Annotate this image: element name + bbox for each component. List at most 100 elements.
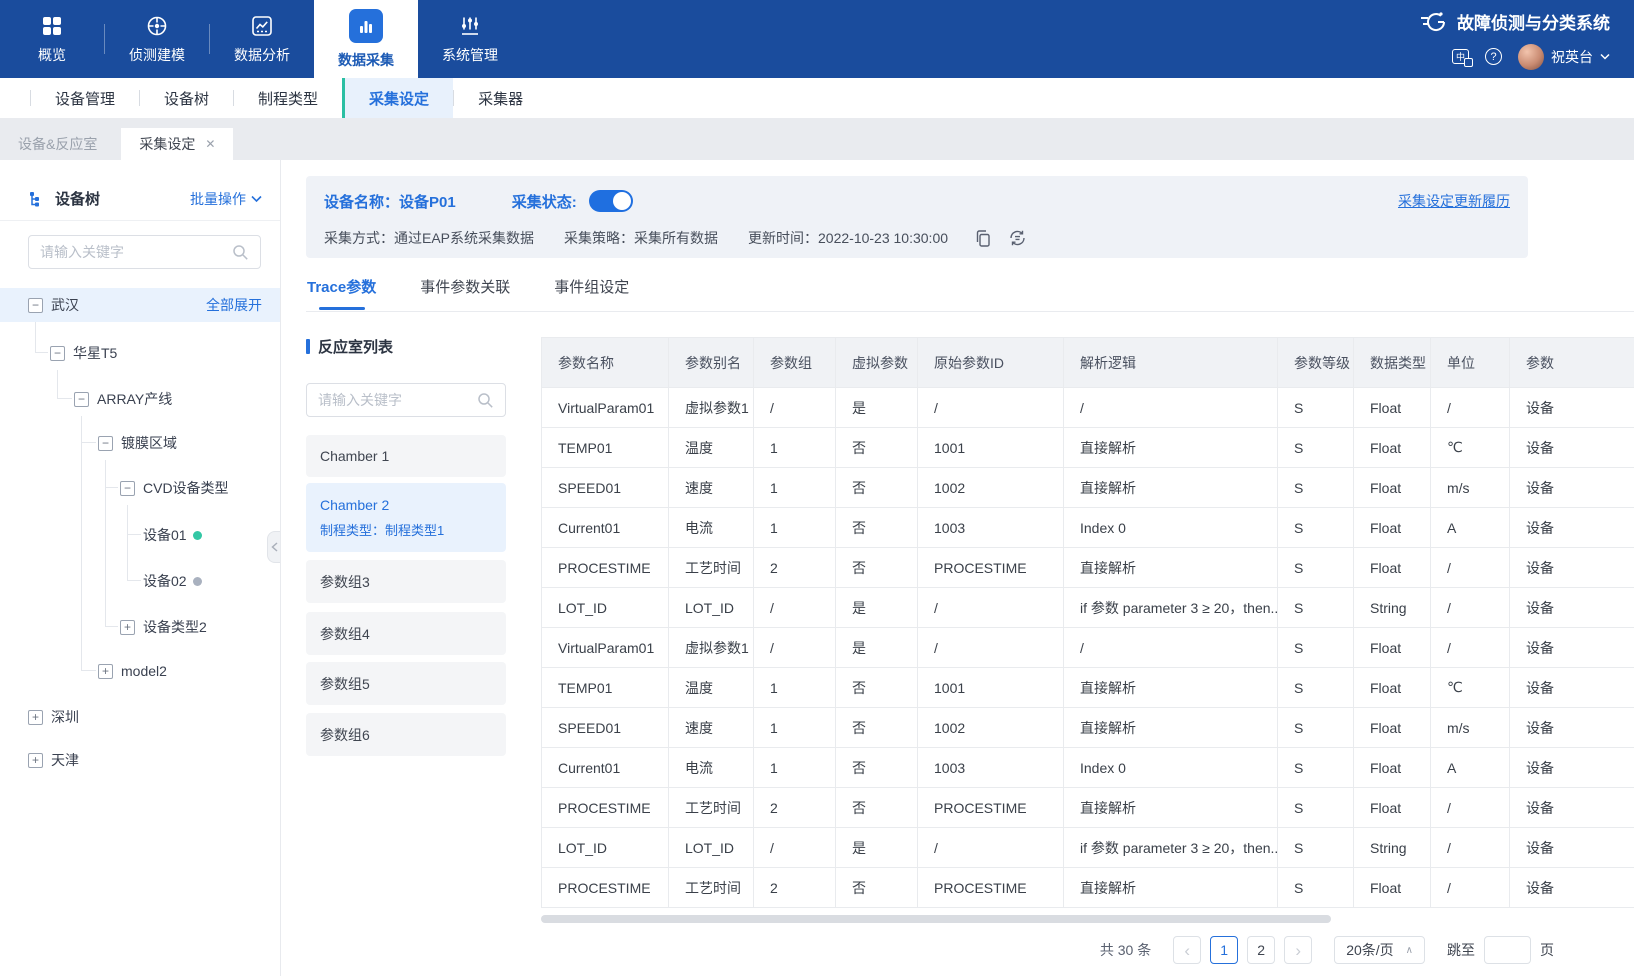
- tree-item-device02[interactable]: 设备02: [0, 564, 280, 598]
- collection-status-toggle[interactable]: [588, 190, 633, 212]
- table-cell: 温度: [668, 667, 754, 708]
- subnav-item-collector[interactable]: 采集器: [454, 78, 547, 118]
- table-cell: 1003: [917, 507, 1064, 548]
- device-info-row2: 采集方式：通过EAP系统采集数据 采集策略：采集所有数据 更新时间：2022-1…: [324, 228, 1028, 248]
- nav-item-modeling[interactable]: 侦测建模: [105, 0, 209, 78]
- table-cell: SPEED01: [541, 467, 669, 508]
- copy-icon[interactable]: [974, 229, 992, 248]
- tab-collection-setting[interactable]: 采集设定 ✕: [121, 128, 234, 160]
- table-cell: S: [1277, 707, 1354, 748]
- tree-item-shenzhen[interactable]: + 深圳: [0, 700, 280, 734]
- expand-icon[interactable]: +: [120, 619, 135, 635]
- nav-tools: 中 ? 祝英台: [1452, 43, 1610, 70]
- tree-item-array-line[interactable]: − ARRAY产线: [0, 382, 280, 416]
- subnav-item-process-type[interactable]: 制程类型: [234, 78, 342, 118]
- table-cell: S: [1277, 507, 1354, 548]
- sidebar-search-input[interactable]: [40, 244, 232, 260]
- help-icon[interactable]: ?: [1485, 48, 1502, 65]
- table-cell: SPEED01: [541, 707, 669, 748]
- close-icon[interactable]: ✕: [205, 137, 215, 151]
- table-cell: S: [1277, 667, 1354, 708]
- chamber-item-1[interactable]: Chamber 1: [306, 435, 506, 477]
- tree-item-device-type2[interactable]: + 设备类型2: [0, 610, 280, 644]
- page-button-1[interactable]: 1: [1210, 936, 1239, 964]
- tree-item-label: 天津: [51, 752, 79, 768]
- tree-item-tianjin[interactable]: + 天津: [0, 743, 280, 777]
- table-cell: VirtualParam01: [541, 387, 669, 428]
- collapse-icon[interactable]: −: [120, 480, 135, 496]
- chart-icon: [250, 14, 274, 38]
- tree-item-device01[interactable]: 设备01: [0, 518, 280, 552]
- user-menu[interactable]: 祝英台: [1518, 43, 1610, 70]
- table-cell: S: [1277, 387, 1354, 428]
- brand: 故障侦测与分类系统: [1419, 9, 1610, 35]
- page-jump-input[interactable]: [1484, 936, 1531, 964]
- page-size-select[interactable]: 20条/页 ∧: [1334, 936, 1425, 964]
- top-nav-right: 故障侦测与分类系统 中 ? 祝英台: [1419, 0, 1610, 78]
- table-cell: Float: [1353, 667, 1431, 708]
- collapse-icon[interactable]: −: [28, 297, 43, 313]
- user-avatar: [1518, 43, 1544, 70]
- tab-event-group[interactable]: 事件组设定: [554, 276, 629, 310]
- parameter-table: 参数名称 参数别名 参数组 虚拟参数 原始参数ID 解析逻辑 参数等级 数据类型 单位 参数 Vi…: [541, 337, 1634, 908]
- chamber-item-5[interactable]: 参数组5: [306, 662, 506, 705]
- nav-item-data-collection[interactable]: 数据采集: [314, 0, 418, 78]
- table-cell: /: [1430, 627, 1510, 668]
- subnav-item-collection-setting[interactable]: 采集设定: [342, 78, 454, 118]
- expand-all-link[interactable]: 全部展开: [206, 295, 280, 315]
- table-cell: /: [1430, 587, 1510, 628]
- chamber-item-6[interactable]: 参数组6: [306, 713, 506, 756]
- tab-event-param-link[interactable]: 事件参数关联: [420, 276, 510, 310]
- horizontal-scrollbar[interactable]: [541, 915, 1331, 923]
- chamber-search-input[interactable]: [318, 392, 477, 408]
- nav-item-overview[interactable]: 概览: [0, 0, 104, 78]
- expand-icon[interactable]: +: [98, 663, 113, 679]
- table-cell: ℃: [1430, 667, 1510, 708]
- table-cell: 否: [835, 867, 918, 908]
- collapse-icon[interactable]: −: [74, 391, 89, 407]
- table-cell: ℃: [1430, 427, 1510, 468]
- nav-item-system[interactable]: 系统管理: [418, 0, 522, 78]
- collapse-icon[interactable]: −: [50, 345, 65, 361]
- prev-page-button[interactable]: ‹: [1173, 936, 1202, 964]
- tree-item-model2[interactable]: + model2: [0, 654, 280, 688]
- tree-item-huaxing-t5[interactable]: − 华星T5: [0, 336, 280, 370]
- batch-action-dropdown[interactable]: 批量操作: [190, 189, 262, 209]
- table-cell: 电流: [668, 507, 754, 548]
- collapse-icon[interactable]: −: [98, 435, 113, 451]
- chamber-item-2[interactable]: Chamber 2 制程类型：制程类型1: [306, 483, 506, 552]
- table-cell: 否: [835, 467, 918, 508]
- sync-icon[interactable]: [1007, 228, 1028, 248]
- table-cell: 工艺时间: [668, 547, 754, 588]
- tree-item-cvd-type[interactable]: − CVD设备类型: [0, 471, 280, 505]
- content-area: 设备树 批量操作 −: [0, 160, 1634, 976]
- chamber-name: 参数组3: [320, 573, 370, 590]
- tab-device-chamber[interactable]: 设备&反应室: [0, 128, 115, 160]
- table-cell: String: [1353, 587, 1431, 628]
- table-cell: 否: [835, 787, 918, 828]
- panel-icons: [974, 228, 1028, 248]
- page-button-2[interactable]: 2: [1247, 936, 1276, 964]
- status-dot-online: [192, 530, 202, 540]
- table-cell: 1001: [917, 667, 1064, 708]
- table-cell: S: [1277, 827, 1354, 868]
- pagination: 共 30 条 ‹ 1 2 › 20条/页 ∧ 跳至 页: [1100, 936, 1554, 964]
- subnav-item-device-tree[interactable]: 设备树: [140, 78, 233, 118]
- chamber-item-3[interactable]: 参数组3: [306, 560, 506, 603]
- table-cell: 直接解析: [1063, 867, 1278, 908]
- expand-icon[interactable]: +: [28, 752, 43, 768]
- nav-item-analysis[interactable]: 数据分析: [210, 0, 314, 78]
- table-cell: S: [1277, 867, 1354, 908]
- language-icon[interactable]: 中: [1452, 49, 1473, 67]
- expand-icon[interactable]: +: [28, 709, 43, 725]
- table-cell: LOT_ID: [541, 827, 669, 868]
- history-link[interactable]: 采集设定更新履历: [1398, 191, 1510, 211]
- tab-trace-params[interactable]: Trace参数: [307, 276, 376, 310]
- chamber-item-4[interactable]: 参数组4: [306, 612, 506, 655]
- tree-item-coating-area[interactable]: − 镀膜区域: [0, 426, 280, 460]
- tree-item-wuhan[interactable]: − 武汉 全部展开: [0, 288, 280, 322]
- next-page-button[interactable]: ›: [1284, 936, 1313, 964]
- search-icon: [233, 244, 248, 260]
- sidebar-collapse-handle[interactable]: [267, 531, 280, 563]
- subnav-item-device-management[interactable]: 设备管理: [31, 78, 139, 118]
